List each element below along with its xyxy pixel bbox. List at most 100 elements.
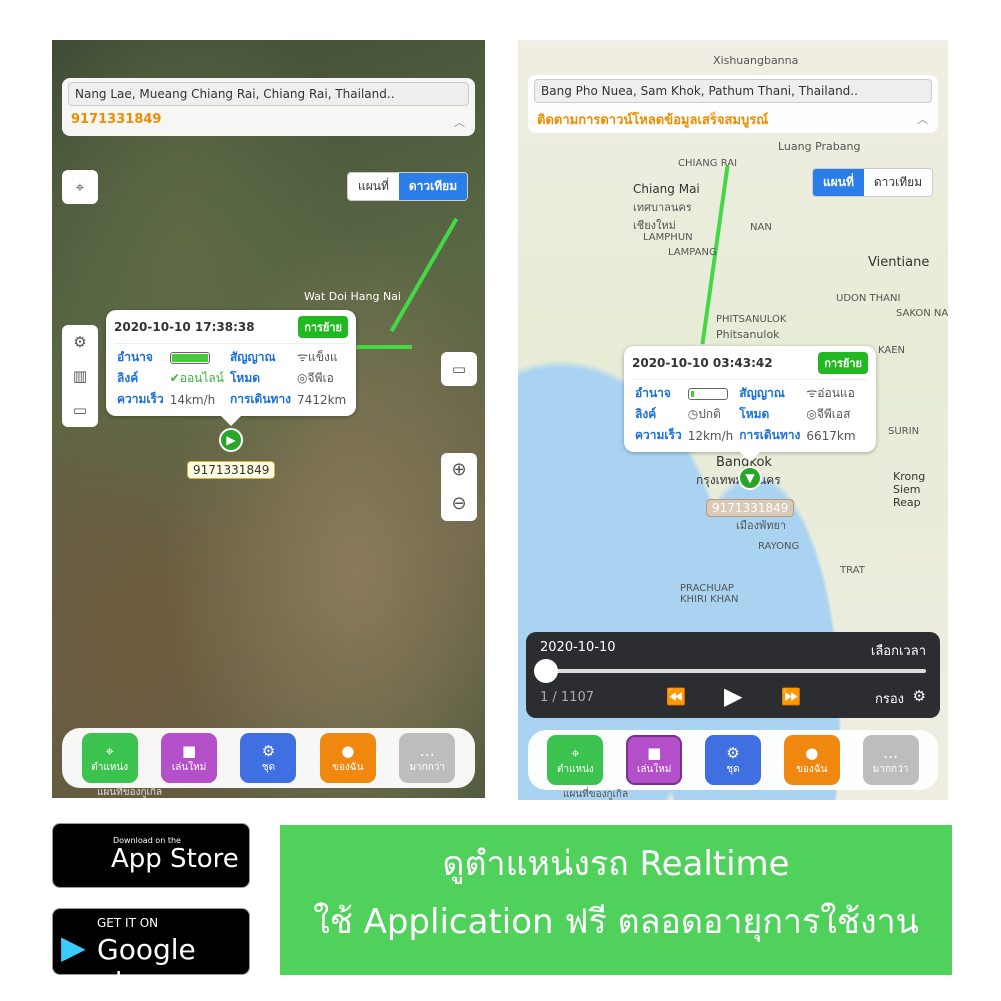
rewind-icon[interactable]: ⏪ (666, 687, 686, 706)
settings-icon[interactable]: ⚙ (73, 325, 86, 359)
left-phone-screen: Wat Doi Hang Nai Nang Lae, Mueang Chiang… (52, 40, 485, 798)
collapse-icon[interactable]: ︿ (454, 114, 465, 130)
nav-location[interactable]: ⌖ ตำแหน่ง (81, 733, 138, 783)
map-option[interactable]: แผนที่ (813, 169, 864, 196)
nav-profile[interactable]: ● ของฉัน (783, 735, 840, 785)
gps-icon: ◎ (297, 371, 308, 385)
filter-label[interactable]: กรอง (875, 688, 904, 709)
person-icon: ● (341, 741, 355, 760)
mode-label: โหมด (229, 371, 261, 385)
zoom-out-icon[interactable]: ⊖ (451, 487, 466, 521)
map-label: LAMPANG (668, 247, 717, 258)
slider-knob[interactable] (534, 659, 558, 683)
nav-more[interactable]: … มากกว่า (862, 735, 919, 785)
nav-replay[interactable]: ■ เล่นใหม่ (161, 733, 218, 783)
google-play-badge[interactable]: ▶ GET IT ON Google play (52, 908, 250, 999)
map-option[interactable]: แผนที่ (348, 173, 399, 200)
link-label: ลิงค์ (635, 407, 657, 421)
map-type-toggle[interactable]: แผนที่ ดาวเทียม (812, 168, 934, 197)
gps-icon: ◎ (806, 407, 817, 421)
clock-icon: ◷ (687, 407, 699, 421)
map-label: เมืองพัทยา (736, 519, 787, 532)
status-badge: การย้าย (818, 352, 868, 374)
frame-counter: 1 / 1107 (540, 690, 594, 705)
status-message: ติดตามการดาวน์โหลดข้อมูลเสร็จสมบูรณ์ (537, 113, 769, 128)
play-store-logo-icon: ▶ (61, 928, 86, 966)
address-field[interactable]: Bang Pho Nuea, Sam Khok, Pathum Thani, T… (534, 79, 932, 103)
address-field[interactable]: Nang Lae, Mueang Chiang Rai, Chiang Rai,… (68, 82, 469, 106)
route-line (389, 217, 459, 333)
wifi-icon: ᯤ (297, 350, 309, 364)
map-label: LAMPHUN (643, 232, 693, 243)
nav-label: มากกว่า (872, 763, 909, 775)
device-popup: 2020-10-10 17:38:38 การย้าย อำนาจ สัญญาณ ᯤแ… (106, 310, 356, 426)
nav-settings[interactable]: ⚙ ชุด (704, 735, 761, 785)
app-store-badge[interactable]: Download on the App Store (52, 823, 250, 888)
speed-value: 12km/h (687, 428, 734, 443)
monitor-icon[interactable]: ▭ (73, 393, 87, 427)
map-label: CHIANG RAI (678, 158, 738, 169)
link-value: ปกติ (698, 407, 721, 421)
map-label: Krong Siem Reap (893, 470, 926, 509)
distance-label: การเดินทาง (229, 392, 292, 406)
map-label: PHITSANULOK (716, 314, 787, 325)
nav-settings[interactable]: ⚙ ชุด (240, 733, 297, 783)
message-button[interactable]: ▭ (441, 352, 477, 386)
power-label: อำนาจ (635, 386, 671, 400)
satellite-option[interactable]: ดาวเทียม (398, 173, 468, 200)
speed-label: ความเร็ว (117, 392, 164, 406)
signal-label: สัญญาณ (739, 386, 785, 400)
fast-forward-icon[interactable]: ⏩ (781, 687, 801, 706)
satellite-option[interactable]: ดาวเทียม (863, 169, 933, 196)
nav-label: มากกว่า (409, 761, 446, 773)
device-id: 9171331849 (71, 112, 162, 127)
person-icon: ● (805, 743, 819, 762)
nav-label: ชุด (726, 763, 740, 775)
nav-location[interactable]: ⌖ ตำแหน่ง (547, 735, 604, 785)
promo-banner: ดูตำแหน่งรถ Realtime ใช้ Application ฟรี… (280, 825, 952, 975)
popup-datetime: 2020-10-10 03:43:42 (632, 356, 773, 370)
nav-profile[interactable]: ● ของฉัน (319, 733, 376, 783)
map-label: Phitsanulok (716, 328, 780, 341)
map-label: PRACHUAP KHIRI KHAN (680, 583, 739, 605)
more-icon: … (419, 741, 435, 760)
choose-time-button[interactable]: เลือกเวลา (871, 640, 926, 661)
map-label: Vientiane (868, 255, 930, 270)
battery-icon (169, 352, 210, 364)
vehicle-marker[interactable]: ▶ (219, 428, 243, 452)
address-panel: Nang Lae, Mueang Chiang Rai, Chiang Rai,… (62, 78, 475, 136)
signal-value: อ่อนแอ (817, 386, 855, 400)
map-label: เทศบาลนคร เชียงใหม่ (633, 201, 692, 232)
power-label: อำนาจ (117, 350, 153, 364)
nav-label: เล่นใหม่ (171, 761, 207, 773)
badge-big-text: Google play (97, 933, 196, 999)
chart-icon[interactable]: ▥ (73, 359, 87, 393)
location-button[interactable]: ⌖ (62, 170, 98, 204)
nav-replay[interactable]: ■ เล่นใหม่ (626, 735, 683, 785)
video-icon: ■ (647, 743, 662, 762)
map-label: Xishuangbanna (713, 54, 799, 67)
gear-icon[interactable]: ⚙ (913, 687, 926, 705)
banner-line-1: ดูตำแหน่งรถ Realtime (442, 844, 790, 884)
map-label: SURIN (888, 426, 920, 437)
collapse-icon[interactable]: ︿ (917, 111, 928, 127)
map-label: Wat Doi Hang Nai (304, 290, 401, 303)
zoom-controls: ⊕ ⊖ (441, 453, 477, 521)
link-label: ลิงค์ (117, 371, 139, 385)
playback-slider[interactable] (534, 659, 926, 683)
map-type-toggle[interactable]: แผนที่ ดาวเทียม (347, 172, 469, 201)
vehicle-marker[interactable]: ▼ (738, 466, 762, 490)
map-label: Luang Prabang (778, 140, 861, 153)
banner-line-2: ใช้ Application ฟรี ตลอดอายุการใช้งาน (313, 902, 919, 942)
play-icon[interactable]: ▶ (724, 682, 742, 710)
gear-icon: ⚙ (726, 743, 740, 762)
right-phone-screen: Xishuangbanna Luang Prabang CHIANG RAI C… (518, 40, 948, 800)
check-icon: ✔ (169, 371, 180, 385)
nav-label: ตำแหน่ง (556, 763, 594, 775)
map-label: KAEN (878, 345, 906, 356)
speed-label: ความเร็ว (635, 428, 682, 442)
mode-label: โหมด (739, 407, 770, 421)
nav-more[interactable]: … มากกว่า (399, 733, 456, 783)
zoom-in-icon[interactable]: ⊕ (451, 453, 466, 487)
nav-label: ชุด (261, 761, 276, 773)
